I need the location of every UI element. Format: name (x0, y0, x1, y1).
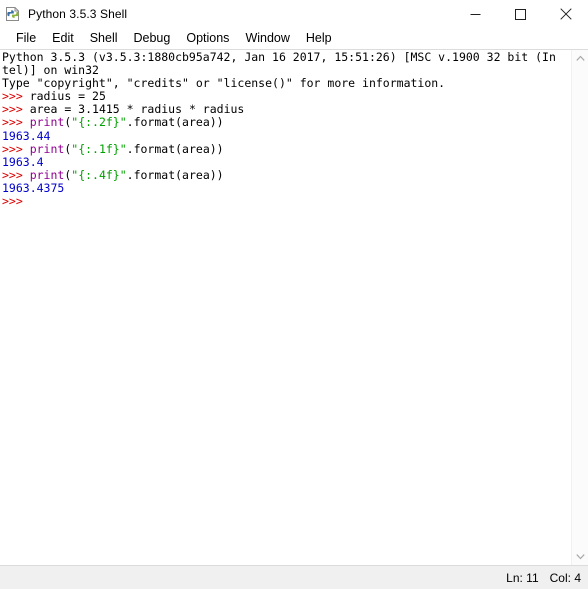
console-text-blue: 1963.44 (2, 128, 51, 143)
scroll-up-icon[interactable] (572, 50, 588, 67)
console-line: >>> print("{:.2f}".format(area)) (2, 116, 571, 129)
console-text-black: .format(area)) (126, 141, 224, 156)
console-text-black: .format(area)) (126, 167, 224, 182)
console-text-red: >>> (2, 102, 30, 117)
console-text-black: Type "copyright", "credits" or "license(… (2, 76, 446, 91)
console-text-red: >>> (2, 141, 30, 156)
console-area: Python 3.5.3 (v3.5.3:1880cb95a742, Jan 1… (0, 50, 588, 565)
console-text-red: >>> (2, 194, 30, 209)
console-text-black: radius = 25 (29, 89, 106, 104)
console-text-black: tel)] on win32 (2, 63, 99, 78)
console-text-green: "{:.1f}" (71, 141, 127, 156)
menu-item-file[interactable]: File (8, 29, 44, 48)
python-idle-icon (5, 6, 21, 22)
status-bar: Ln: 11 Col: 4 (0, 565, 588, 589)
console-text-black: area = 3.1415 * radius * radius (29, 102, 245, 117)
console-text-purple: print (29, 167, 65, 182)
console-text-red: >>> (2, 167, 30, 182)
idle-shell-window: Python 3.5.3 Shell File Edit Shell Debug Opt… (0, 0, 588, 589)
console-line: >>> print("{:.4f}".format(area)) (2, 167, 571, 182)
window-title: Python 3.5.3 Shell (28, 7, 128, 21)
title-bar: Python 3.5.3 Shell (0, 0, 588, 28)
menu-item-edit[interactable]: Edit (44, 29, 82, 48)
console-line: >>> print("{:.1f}".format(area)) (2, 141, 571, 156)
console-text-red: >>> (2, 115, 30, 130)
console-text-green: "{:.2f}" (71, 115, 127, 130)
status-column-number: Col: 4 (549, 570, 581, 585)
menu-bar: File Edit Shell Debug Options Window Help (0, 28, 588, 50)
window-controls (453, 0, 588, 28)
minimize-button[interactable] (453, 0, 498, 28)
close-button[interactable] (543, 0, 588, 28)
console-text-blue: 1963.4375 (2, 180, 65, 195)
console-text-black: .format(area)) (126, 115, 224, 130)
console-text-purple: print (29, 115, 65, 130)
console-text-red: >>> (2, 89, 30, 104)
menu-item-help[interactable]: Help (298, 29, 340, 48)
menu-item-window[interactable]: Window (237, 29, 297, 48)
shell-output[interactable]: Python 3.5.3 (v3.5.3:1880cb95a742, Jan 1… (0, 50, 571, 565)
console-text-blue: 1963.4 (2, 154, 44, 169)
console-text-purple: print (29, 141, 65, 156)
menu-item-debug[interactable]: Debug (126, 29, 179, 48)
console-text-green: "{:.4f}" (71, 167, 127, 182)
console-text-black: Python 3.5.3 (v3.5.3:1880cb95a742, Jan 1… (2, 50, 556, 64)
scrollbar-track[interactable] (572, 67, 588, 548)
status-line-number: Ln: 11 (506, 570, 539, 585)
scroll-down-icon[interactable] (572, 548, 588, 565)
maximize-button[interactable] (498, 0, 543, 28)
console-line: 1963.4375 (2, 180, 571, 195)
console-line: >>> (2, 194, 571, 209)
vertical-scrollbar[interactable] (571, 50, 588, 565)
menu-item-options[interactable]: Options (178, 29, 237, 48)
menu-item-shell[interactable]: Shell (82, 29, 126, 48)
